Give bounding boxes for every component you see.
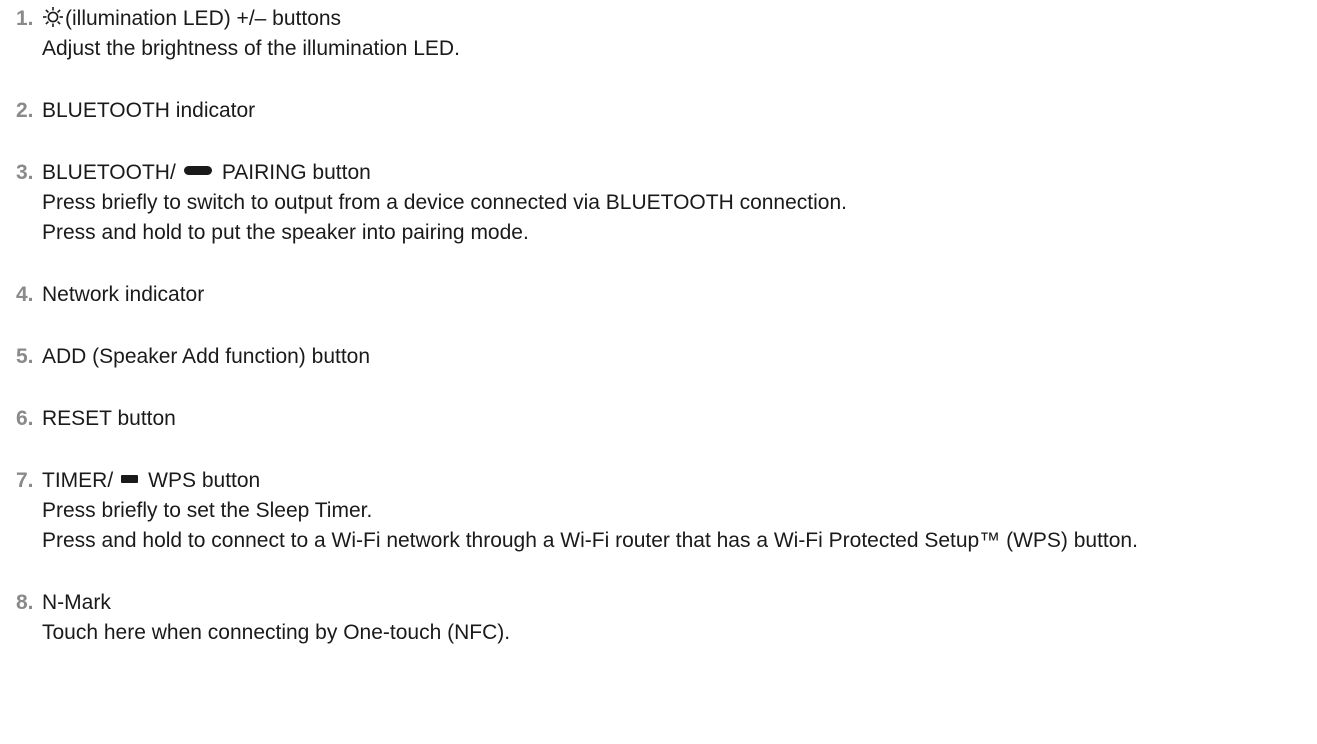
item-number: 7. [16, 469, 34, 492]
list-item-4: 4. Network indicator [16, 280, 1317, 310]
item-description: Press and hold to put the speaker into p… [42, 221, 529, 244]
item-description: Press briefly to switch to output from a… [42, 191, 847, 214]
list-item-7: 7. TIMER/WPS button Press briefly to set… [16, 466, 1317, 556]
item-number: 1. [16, 7, 34, 30]
item-title: (illumination LED) +/– buttons [42, 4, 1317, 34]
item-title: Network indicator [42, 283, 205, 306]
item-title: RESET button [42, 407, 176, 430]
item-number: 4. [16, 283, 34, 306]
list-item-5: 5. ADD (Speaker Add function) button [16, 342, 1317, 372]
item-description: Adjust the brightness of the illuminatio… [42, 37, 460, 60]
list-item-1: 1. (illumination LED) +/– buttons Adjust… [16, 4, 1317, 64]
item-description: Press briefly to set the Sleep Timer. [42, 499, 373, 522]
component-list: 1. (illumination LED) +/– buttons Adjust… [0, 0, 1317, 648]
pairing-pill-icon [183, 166, 212, 175]
item-number: 6. [16, 407, 34, 430]
item-title: TIMER/WPS button [42, 469, 261, 492]
item-title: ADD (Speaker Add function) button [42, 345, 371, 368]
item-number: 3. [16, 161, 34, 184]
item-title: BLUETOOTH indicator [42, 99, 256, 122]
item-description: Touch here when connecting by One-touch … [42, 621, 511, 644]
item-number: 5. [16, 345, 34, 368]
item-number: 8. [16, 591, 34, 614]
item-title: N-Mark [42, 591, 111, 614]
list-item-8: 8. N-Mark Touch here when connecting by … [16, 588, 1317, 648]
sun-icon [42, 6, 64, 28]
item-title: BLUETOOTH/PAIRING button [42, 161, 371, 184]
list-item-6: 6. RESET button [16, 404, 1317, 434]
list-item-3: 3. BLUETOOTH/PAIRING button Press briefl… [16, 158, 1317, 248]
wps-rect-icon [121, 475, 139, 483]
item-number: 2. [16, 99, 34, 122]
list-item-2: 2. BLUETOOTH indicator [16, 96, 1317, 126]
item-description: Press and hold to connect to a Wi-Fi net… [42, 529, 1138, 552]
